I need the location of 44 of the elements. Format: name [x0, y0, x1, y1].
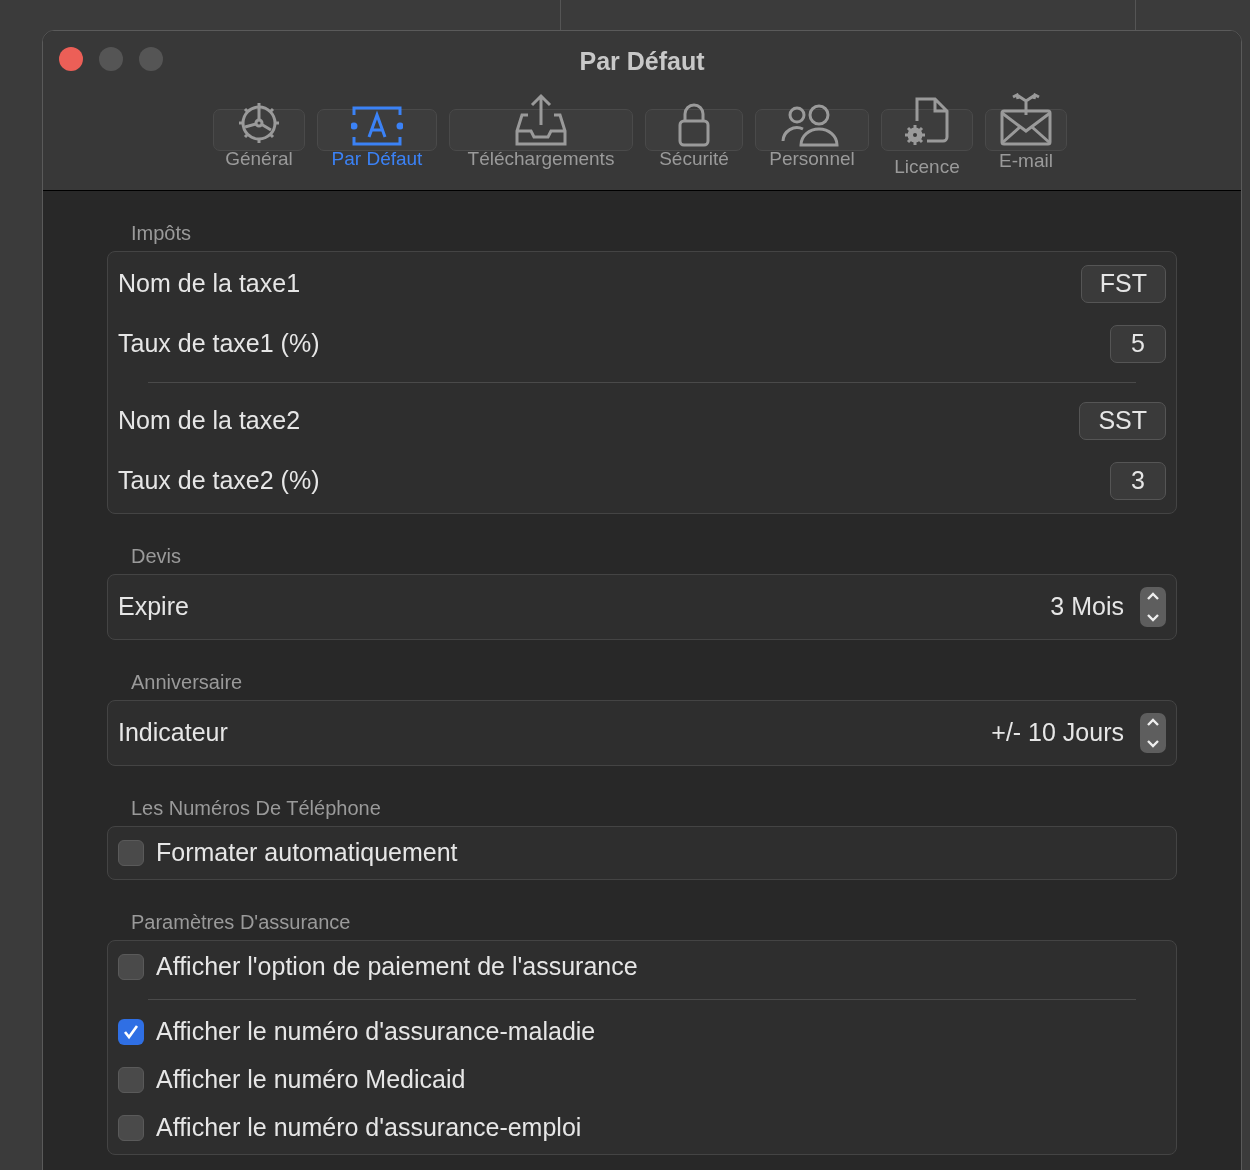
letter-frame-icon [351, 105, 403, 147]
minimize-button[interactable] [99, 47, 123, 71]
setting-label: Taux de taxe1 (%) [118, 328, 320, 360]
text-field[interactable]: FST [1080, 265, 1166, 303]
text-field[interactable]: 5 [1110, 325, 1166, 363]
setting-label: Afficher le numéro Medicaid [156, 1064, 466, 1096]
setting-label: Taux de taxe2 (%) [118, 465, 320, 497]
zoom-button[interactable] [139, 47, 163, 71]
setting-label: Afficher le numéro d'assurance-emploi [156, 1112, 582, 1144]
setting-label: Formater automatiquement [156, 837, 458, 869]
section-heading: Les Numéros De Téléphone [130, 796, 381, 820]
checkbox[interactable] [118, 1115, 144, 1141]
stepper-control[interactable] [1140, 587, 1166, 627]
envelope-arrows-icon [999, 93, 1053, 147]
checkbox[interactable] [118, 954, 144, 980]
section-heading: Anniversaire [130, 670, 243, 694]
setting-label: Indicateur [118, 717, 228, 749]
upload-tray-icon [514, 93, 568, 147]
chevron-down-icon [1145, 612, 1161, 624]
section-heading: Impôts [130, 221, 192, 245]
checkmark-icon [122, 1023, 140, 1041]
section-heading: Devis [130, 544, 181, 568]
chevron-up-icon [1145, 716, 1161, 728]
stepper-value: +/- 10 Jours [991, 717, 1124, 749]
setting-label: Expire [118, 591, 189, 623]
chevron-down-icon [1145, 738, 1161, 750]
stepper-control[interactable] [1140, 713, 1166, 753]
stepper-value: 3 Mois [1050, 591, 1124, 623]
lock-icon [677, 103, 711, 147]
setting-label: Afficher le numéro d'assurance-maladie [156, 1016, 596, 1048]
section-heading: Paramètres D'assurance [130, 910, 351, 934]
checkbox[interactable] [118, 1019, 144, 1045]
setting-label: Nom de la taxe1 [118, 268, 301, 300]
window-title: Par Défaut [579, 46, 705, 77]
checkbox[interactable] [118, 1067, 144, 1093]
setting-label: Afficher l'option de paiement de l'assurance [156, 951, 638, 983]
setting-label: Nom de la taxe2 [118, 405, 301, 437]
toolbar-tab[interactable]: Licence [881, 93, 973, 179]
text-field[interactable]: 3 [1110, 462, 1166, 500]
text-field[interactable]: SST [1079, 402, 1166, 440]
checkbox[interactable] [118, 840, 144, 866]
close-button[interactable] [59, 47, 83, 71]
chevron-up-icon [1145, 590, 1161, 602]
document-gear-icon [903, 95, 951, 147]
